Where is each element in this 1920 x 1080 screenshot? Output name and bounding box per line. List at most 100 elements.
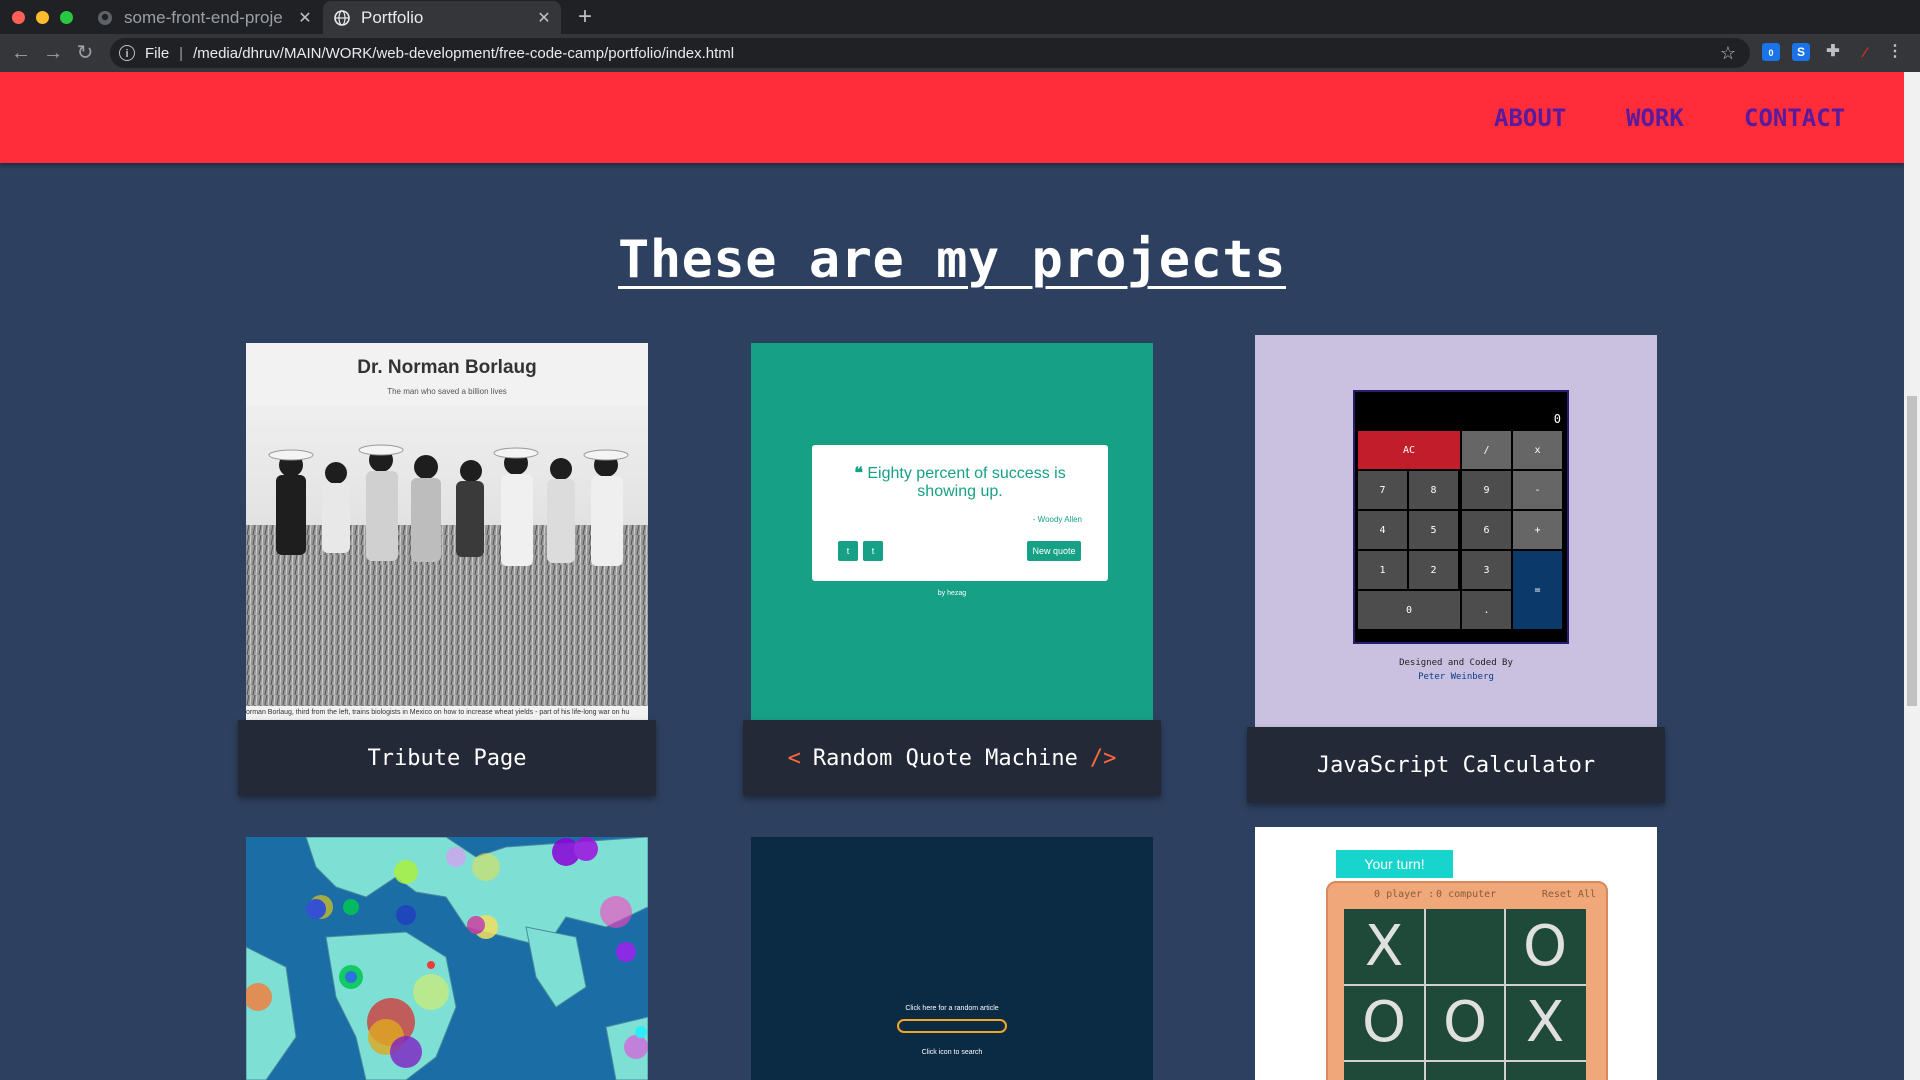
tribute-thumbnail[interactable]: Dr. Norman Borlaug The man who saved a b… — [246, 343, 648, 720]
reload-icon[interactable]: ↻ — [74, 42, 96, 64]
globe-icon — [333, 9, 351, 27]
quote-mark-icon: ❝ — [854, 465, 868, 482]
calc-key: 1 — [1357, 550, 1408, 590]
cell-empty — [1425, 909, 1505, 985]
tribute-subtitle: The man who saved a billion lives — [387, 387, 507, 396]
page-scrollbar[interactable] — [1904, 72, 1920, 1080]
calc-key: 9 — [1461, 470, 1512, 510]
tictactoe-thumbnail[interactable]: Your turn! 0 player : 0 computer Reset A… — [1255, 827, 1657, 1080]
s-extension-icon[interactable]: S — [1792, 43, 1810, 61]
project-title-text: Random Quote Machine — [812, 745, 1078, 771]
world-map-graphic — [246, 837, 648, 1080]
calc-key: x — [1512, 430, 1563, 470]
map-thumbnail[interactable] — [246, 837, 648, 1080]
section-heading: These are my projects — [618, 230, 1286, 290]
cell-x: X — [1364, 914, 1404, 979]
turn-indicator: Your turn! — [1336, 850, 1453, 878]
tab-title: Portfolio — [361, 7, 424, 27]
address-bar[interactable]: i File | /media/dhruv/MAIN/WORK/web-deve… — [110, 38, 1750, 68]
browser-toolbar: ← → ↻ i File | /media/dhruv/MAIN/WORK/we… — [0, 34, 1920, 72]
forward-icon[interactable]: → — [42, 42, 64, 64]
calculator-display: 0 — [1553, 412, 1561, 426]
extension-badge: 0 — [1768, 48, 1774, 58]
minimize-window-button[interactable] — [36, 11, 49, 24]
close-window-button[interactable] — [12, 11, 25, 24]
credit-name: Peter Weinberg — [1418, 672, 1494, 682]
quote-by-line: by hezag — [937, 590, 967, 597]
calc-key: = — [1512, 550, 1563, 630]
nav-link-contact[interactable]: CONTACT — [1744, 104, 1845, 132]
calculator-thumbnail[interactable]: 0 AC / x 7 8 9 - 4 5 6 + 1 2 3 = 0 . Des… — [1255, 335, 1657, 727]
project-title-text: JavaScript Calculator — [1316, 752, 1596, 778]
random-article-link: Click here for a random article — [905, 1005, 999, 1012]
search-hint: Click icon to search — [921, 1049, 983, 1056]
calc-key: 4 — [1357, 510, 1408, 550]
tab-title: some-front-end-proje — [124, 7, 283, 27]
new-tab-button[interactable]: + — [572, 4, 598, 30]
quote-box: ❝ Eighty percent of success is showing u… — [812, 445, 1108, 581]
calc-key: 2 — [1408, 550, 1459, 590]
calc-key: 8 — [1408, 470, 1459, 510]
computer-score-label: 0 computer — [1436, 889, 1497, 900]
calc-key: + — [1512, 510, 1563, 550]
calc-key: 6 — [1461, 510, 1512, 550]
disabled-extension-icon[interactable]: ⁄ — [1856, 43, 1874, 61]
nav-link-work[interactable]: WORK — [1626, 104, 1684, 132]
calc-key: 0 — [1357, 590, 1461, 630]
scrollbar-thumb[interactable] — [1907, 396, 1917, 706]
url-text[interactable]: /media/dhruv/MAIN/WORK/web-development/f… — [193, 45, 734, 62]
puzzle-extensions-icon[interactable]: ✚ — [1824, 43, 1842, 61]
project-title-tribute[interactable]: Tribute Page — [238, 720, 656, 796]
twitter-icon: t — [838, 541, 858, 561]
maximize-window-button[interactable] — [60, 11, 73, 24]
tictactoe-grid: X O O O X — [1344, 909, 1586, 1080]
tribute-header: Dr. Norman Borlaug The man who saved a b… — [246, 343, 648, 405]
calc-key: AC — [1357, 430, 1461, 470]
browser-tab-inactive[interactable]: some-front-end-proje ✕ — [86, 1, 322, 34]
project-title-quote[interactable]: < Random Quote Machine /> — [743, 720, 1161, 796]
wiki-thumbnail[interactable]: Click here for a random article Click ic… — [751, 837, 1153, 1080]
tab-close-icon[interactable]: ✕ — [533, 8, 555, 28]
code-bracket-open: < — [787, 745, 801, 771]
browser-tab-active[interactable]: Portfolio ✕ — [323, 1, 561, 34]
reset-all-button: Reset All — [1541, 889, 1596, 900]
calculator: 0 AC / x 7 8 9 - 4 5 6 + 1 2 3 = 0 . — [1353, 390, 1569, 644]
quote-thumbnail[interactable]: ❝ Eighty percent of success is showing u… — [751, 343, 1153, 720]
github-icon — [96, 9, 114, 27]
menu-kebab-icon[interactable]: ⋮ — [1886, 43, 1904, 61]
wheat-field-photo — [246, 405, 648, 706]
tab-close-icon[interactable]: ✕ — [294, 8, 316, 28]
player-score-label: 0 player : — [1374, 889, 1435, 900]
calc-key: 5 — [1408, 510, 1459, 550]
tumblr-icon: t — [863, 541, 883, 561]
code-bracket-close: /> — [1089, 745, 1117, 771]
calculator-credit: Designed and Coded By Peter Weinberg — [1255, 656, 1657, 684]
url-scheme: File — [145, 44, 170, 62]
top-navbar: ABOUT WORK CONTACT — [0, 72, 1904, 163]
calc-key: / — [1461, 430, 1512, 470]
wiki-search-input — [897, 1019, 1007, 1033]
cell-o: O — [1442, 990, 1488, 1055]
cell-o: O — [1522, 914, 1568, 979]
quote-author: - Woody Allen — [1032, 515, 1082, 524]
calc-key: . — [1461, 590, 1512, 630]
portfolio-page: ABOUT WORK CONTACT These are my projects… — [0, 72, 1904, 1080]
cell-o: O — [1361, 990, 1407, 1055]
calc-key: 3 — [1461, 550, 1512, 590]
cell-x: X — [1525, 990, 1565, 1055]
extension-icon[interactable]: 0 — [1762, 43, 1780, 61]
url-separator: | — [179, 44, 184, 62]
calc-key: 7 — [1357, 470, 1408, 510]
quote-text: ❝ Eighty percent of success is showing u… — [854, 465, 1066, 500]
credit-line: Designed and Coded By — [1399, 658, 1513, 668]
bookmark-star-icon[interactable]: ☆ — [1720, 43, 1736, 64]
tribute-title: Dr. Norman Borlaug — [357, 357, 537, 378]
back-icon[interactable]: ← — [10, 42, 32, 64]
tictactoe-board: 0 player : 0 computer Reset All X O O O — [1326, 881, 1608, 1080]
project-title-text: Tribute Page — [367, 745, 527, 771]
project-title-calculator[interactable]: JavaScript Calculator — [1247, 727, 1665, 803]
info-icon[interactable]: i — [119, 45, 135, 61]
new-quote-button: New quote — [1027, 541, 1081, 561]
calc-key: - — [1512, 470, 1563, 510]
nav-link-about[interactable]: ABOUT — [1494, 104, 1566, 132]
